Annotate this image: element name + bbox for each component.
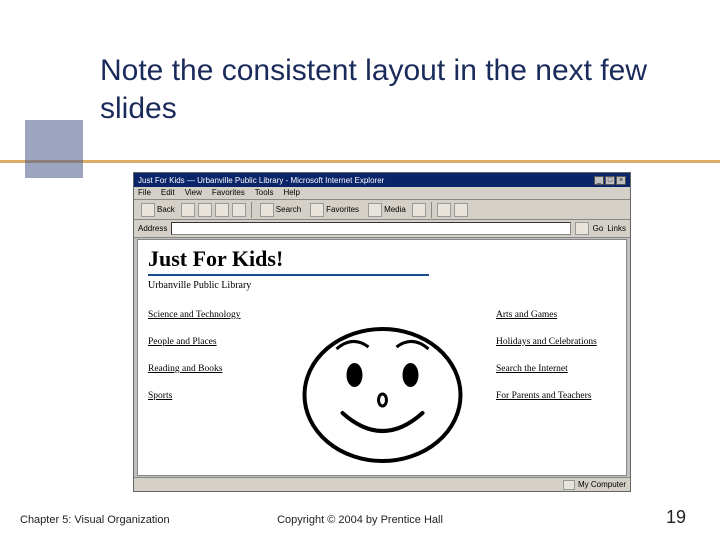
search-icon	[260, 203, 274, 217]
back-label: Back	[157, 205, 175, 214]
menu-file[interactable]: File	[138, 188, 151, 198]
smiley-face-illustration	[295, 317, 470, 467]
footer-copyright: Copyright © 2004 by Prentice Hall	[277, 514, 443, 526]
accent-square	[25, 120, 83, 178]
nav-link[interactable]: For Parents and Teachers	[496, 391, 616, 402]
mail-icon[interactable]	[437, 203, 451, 217]
nav-link[interactable]: People and Places	[148, 337, 268, 348]
menu-bar: File Edit View Favorites Tools Help	[134, 187, 630, 200]
search-label: Search	[276, 205, 301, 214]
accent-horizontal-rule	[0, 160, 720, 163]
toolbar-separator	[251, 202, 252, 218]
menu-view[interactable]: View	[185, 188, 202, 198]
address-bar: Address Go Links	[134, 220, 630, 238]
back-arrow-icon	[141, 203, 155, 217]
footer-chapter: Chapter 5: Visual Organization	[20, 514, 170, 526]
nav-grid: Science and Technology People and Places…	[148, 310, 616, 467]
links-label: Links	[607, 224, 626, 233]
media-icon	[368, 203, 382, 217]
menu-favorites[interactable]: Favorites	[212, 188, 245, 198]
home-icon[interactable]	[232, 203, 246, 217]
go-label: Go	[593, 224, 604, 233]
print-icon[interactable]	[454, 203, 468, 217]
status-zone: My Computer	[578, 480, 626, 489]
favorites-button[interactable]: Favorites	[307, 203, 362, 217]
page-subtitle: Urbanville Public Library	[148, 280, 616, 291]
stop-icon[interactable]	[198, 203, 212, 217]
nav-link[interactable]: Holidays and Celebrations	[496, 337, 616, 348]
window-buttons: _ □ ×	[594, 176, 626, 185]
close-button[interactable]: ×	[616, 176, 626, 185]
search-button[interactable]: Search	[257, 203, 304, 217]
address-label: Address	[138, 224, 167, 233]
nav-link[interactable]: Reading and Books	[148, 364, 268, 375]
favorites-label: Favorites	[326, 205, 359, 214]
status-bar: My Computer	[134, 477, 630, 491]
nav-link[interactable]: Science and Technology	[148, 310, 268, 321]
page-heading: Just For Kids!	[148, 246, 616, 272]
forward-icon[interactable]	[181, 203, 195, 217]
star-icon	[310, 203, 324, 217]
minimize-button[interactable]: _	[594, 176, 604, 185]
refresh-icon[interactable]	[215, 203, 229, 217]
back-button[interactable]: Back	[138, 203, 178, 217]
window-titlebar: Just For Kids — Urbanville Public Librar…	[134, 173, 630, 187]
computer-icon	[563, 480, 575, 490]
heading-underline	[148, 274, 429, 276]
webpage-content: Just For Kids! Urbanville Public Library…	[137, 239, 627, 476]
nav-left-column: Science and Technology People and Places…	[148, 310, 268, 418]
nav-right-column: Arts and Games Holidays and Celebrations…	[496, 310, 616, 418]
media-button[interactable]: Media	[365, 203, 409, 217]
address-field[interactable]	[171, 222, 570, 235]
window-title-text: Just For Kids — Urbanville Public Librar…	[138, 176, 384, 185]
toolbar: Back Search Favorites Media	[134, 200, 630, 220]
go-button[interactable]	[575, 222, 589, 235]
media-label: Media	[384, 205, 406, 214]
browser-screenshot: Just For Kids — Urbanville Public Librar…	[133, 172, 631, 492]
slide-title: Note the consistent layout in the next f…	[100, 52, 660, 127]
menu-tools[interactable]: Tools	[255, 188, 274, 198]
toolbar-separator-2	[431, 202, 432, 218]
history-icon[interactable]	[412, 203, 426, 217]
nav-link[interactable]: Search the Internet	[496, 364, 616, 375]
nav-link[interactable]: Arts and Games	[496, 310, 616, 321]
menu-edit[interactable]: Edit	[161, 188, 175, 198]
maximize-button[interactable]: □	[605, 176, 615, 185]
slide-number: 19	[666, 507, 686, 528]
menu-help[interactable]: Help	[283, 188, 299, 198]
nav-link[interactable]: Sports	[148, 391, 268, 402]
